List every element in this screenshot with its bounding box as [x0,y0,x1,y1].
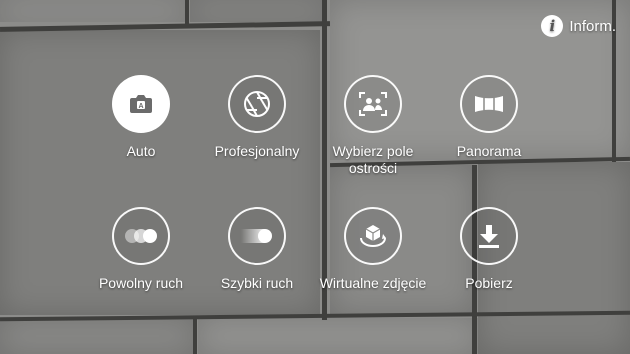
info-button[interactable]: i Inform. [541,15,616,37]
mode-hyperlapse-ring [228,207,286,265]
info-icon: i [541,15,564,37]
slow-motion-icon [125,229,157,243]
mode-panorama[interactable]: Panorama [429,75,549,160]
mode-label: Pobierz [465,275,513,291]
mode-slow-motion[interactable]: Powolny ruch [81,207,201,292]
panorama-icon [475,96,503,112]
mode-label: Wirtualne zdjęcie [319,275,427,291]
mode-select-focus[interactable]: Wybierz pole ostrości [313,75,433,177]
mode-virtual-shot[interactable]: Wirtualne zdjęcie [313,207,433,292]
svg-text:A: A [138,103,143,110]
camera-auto-icon: A [130,95,152,113]
mode-professional-ring [228,75,286,133]
focus-select-icon [359,92,387,116]
mode-auto-ring: A [112,75,170,133]
mode-download[interactable]: Pobierz [429,207,549,292]
aperture-icon [244,91,270,117]
virtual-shot-icon [360,225,386,248]
mode-label: Auto [126,143,156,159]
mode-label: Szybki ruch [220,275,294,291]
mode-panorama-ring [460,75,518,133]
mode-label: Wybierz pole ostrości [332,143,414,176]
mode-download-ring [460,207,518,265]
hyperlapse-icon [241,229,272,243]
camera-mode-screen: i Inform. A Auto Profesjonalny Wybierz p… [0,0,630,354]
mode-label: Powolny ruch [98,275,184,291]
download-icon [479,225,499,248]
mode-slow-motion-ring [112,207,170,265]
mode-label: Profesjonalny [214,143,300,159]
mode-hyperlapse[interactable]: Szybki ruch [197,207,317,292]
mode-virtual-shot-ring [344,207,402,265]
mode-label: Panorama [456,143,522,159]
mode-select-focus-ring [344,75,402,133]
info-label: Inform. [569,17,616,35]
mode-professional[interactable]: Profesjonalny [197,75,317,160]
mode-auto[interactable]: A Auto [81,75,201,160]
